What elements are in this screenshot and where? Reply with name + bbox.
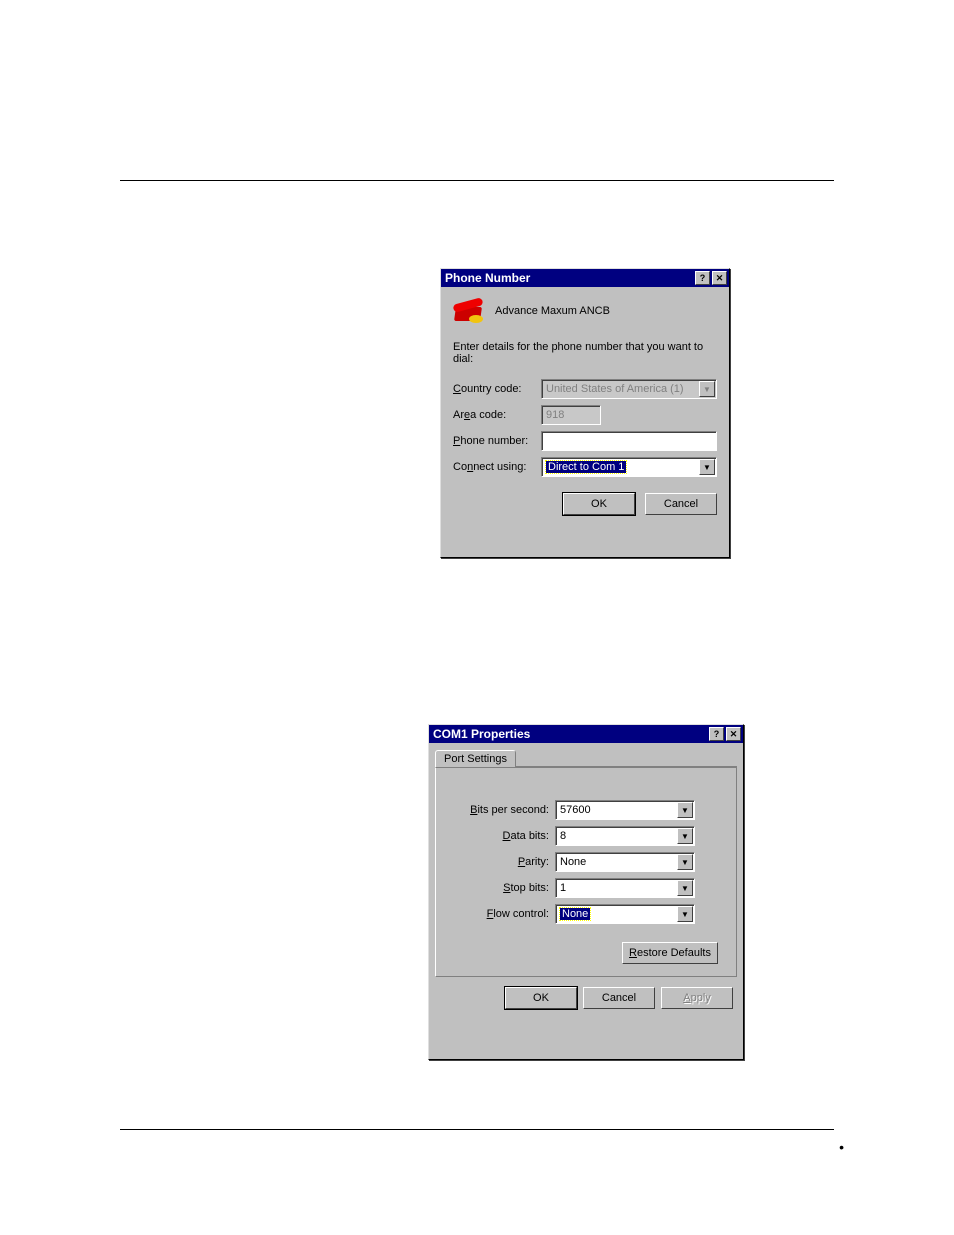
dialog-body: Advance Maxum ANCB Enter details for the…	[441, 287, 729, 525]
parity-label: Parity:	[454, 856, 549, 868]
flow-control-select[interactable]: None ▼	[555, 904, 695, 924]
ok-button[interactable]: OK	[563, 493, 635, 515]
ok-button[interactable]: OK	[505, 987, 577, 1009]
apply-button: Apply	[661, 987, 733, 1009]
chevron-down-icon[interactable]: ▼	[677, 828, 693, 844]
close-button[interactable]: ✕	[726, 727, 741, 741]
dialog-title: COM1 Properties	[433, 727, 707, 741]
page-bullet: •	[839, 1139, 844, 1155]
phone-number-input[interactable]	[541, 431, 717, 451]
parity-select[interactable]: None ▼	[555, 852, 695, 872]
chevron-down-icon[interactable]: ▼	[677, 802, 693, 818]
bps-select[interactable]: 57600 ▼	[555, 800, 695, 820]
bps-label: Bits per second:	[454, 804, 549, 816]
chevron-down-icon[interactable]: ▼	[677, 880, 693, 896]
titlebar[interactable]: COM1 Properties ? ✕	[429, 725, 743, 743]
help-button[interactable]: ?	[709, 727, 724, 741]
connect-using-label: Connect using:	[453, 461, 535, 473]
stop-bits-label: Stop bits:	[454, 882, 549, 894]
country-code-select: United States of America (1) ▼	[541, 379, 717, 399]
stop-bits-select[interactable]: 1 ▼	[555, 878, 695, 898]
footer-rule	[120, 1129, 834, 1130]
tab-strip: Port Settings	[435, 749, 737, 767]
port-settings-panel: Bits per second: 57600 ▼ Data bits: 8 ▼ …	[435, 767, 737, 977]
stop-bits-value: 1	[560, 882, 566, 894]
flow-control-value: None	[560, 908, 590, 920]
connect-using-value: Direct to Com 1	[546, 461, 626, 473]
bps-value: 57600	[560, 804, 591, 816]
parity-value: None	[560, 856, 586, 868]
country-code-label: CCountry code:ountry code:	[453, 383, 535, 395]
instruction-text: Enter details for the phone number that …	[453, 341, 717, 365]
connection-name: Advance Maxum ANCB	[495, 305, 610, 317]
area-code-value: 918	[546, 409, 564, 421]
close-button[interactable]: ✕	[712, 271, 727, 285]
cancel-button[interactable]: Cancel	[645, 493, 717, 515]
help-button[interactable]: ?	[695, 271, 710, 285]
chevron-down-icon[interactable]: ▼	[699, 459, 715, 475]
country-code-value: United States of America (1)	[546, 383, 684, 395]
com1-properties-dialog: COM1 Properties ? ✕ Port Settings Bits p…	[428, 724, 744, 1060]
area-code-label: Area code:	[453, 409, 535, 421]
data-bits-select[interactable]: 8 ▼	[555, 826, 695, 846]
flow-control-label: Flow control:	[454, 908, 549, 920]
cancel-button[interactable]: Cancel	[583, 987, 655, 1009]
chevron-down-icon[interactable]: ▼	[677, 854, 693, 870]
data-bits-label: Data bits:	[454, 830, 549, 842]
phone-number-label: Phone number:	[453, 435, 535, 447]
area-code-input: 918	[541, 405, 601, 425]
data-bits-value: 8	[560, 830, 566, 842]
phone-icon	[453, 297, 487, 325]
dialog-title: Phone Number	[445, 271, 693, 285]
restore-defaults-button[interactable]: RRestore Defaultsestore Defaults	[622, 942, 718, 964]
tab-port-settings[interactable]: Port Settings	[435, 750, 516, 767]
connect-using-select[interactable]: Direct to Com 1 ▼	[541, 457, 717, 477]
header-rule	[120, 180, 834, 181]
titlebar[interactable]: Phone Number ? ✕	[441, 269, 729, 287]
chevron-down-icon[interactable]: ▼	[677, 906, 693, 922]
chevron-down-icon: ▼	[699, 381, 715, 397]
phone-number-dialog: Phone Number ? ✕ Advance Maxum ANCB Ente…	[440, 268, 730, 558]
